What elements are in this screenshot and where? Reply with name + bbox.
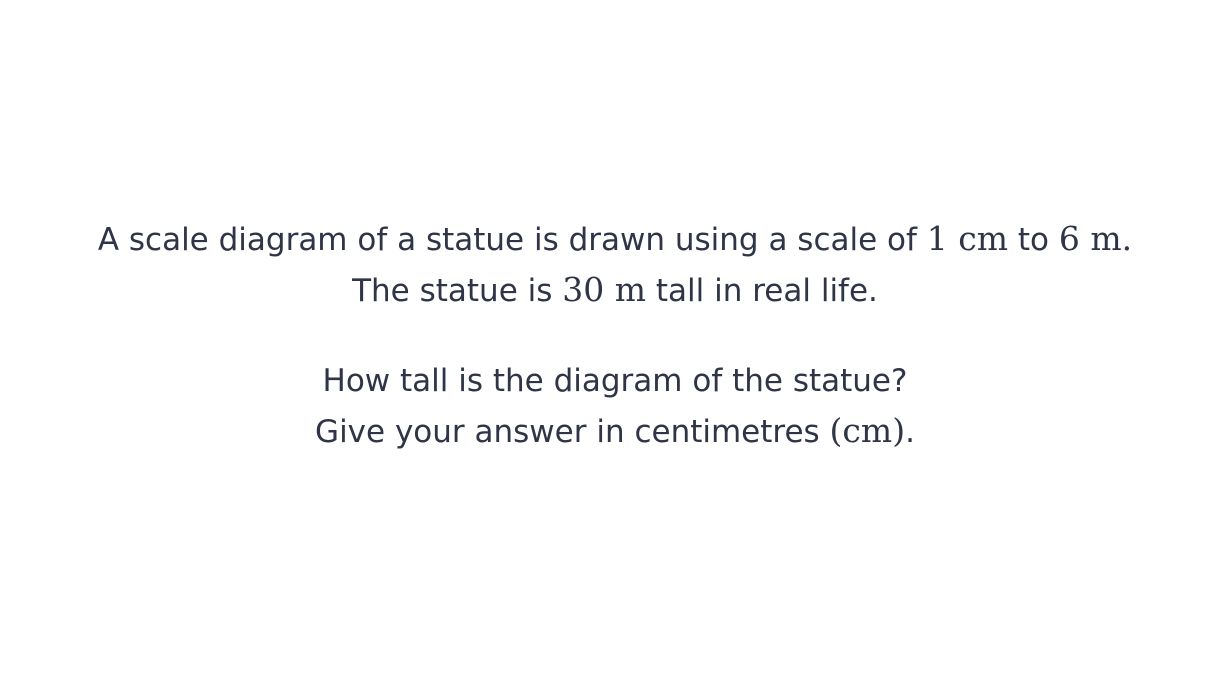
statement-line-1-connector: to: [1008, 222, 1059, 258]
math-unit-cm: (cm): [829, 411, 906, 450]
math-scale-diagram-length: 1 cm: [926, 219, 1009, 258]
statement-line-2-text: The statue is: [352, 273, 563, 309]
math-scale-real-length: 6 m.: [1058, 219, 1133, 258]
statement-line-2: The statue is 30 m tall in real life.: [0, 265, 1230, 316]
prompt-line-1: How tall is the diagram of the statue?: [322, 363, 908, 399]
statement-line-1: A scale diagram of a statue is drawn usi…: [0, 214, 1230, 265]
prompt-line-2-text: Give your answer in centimetres: [315, 414, 830, 450]
statement-line-2-end: tall in real life.: [646, 273, 878, 309]
statement-line-1-text: A scale diagram of a statue is drawn usi…: [97, 222, 927, 258]
prompt-line-2-end: .: [905, 414, 915, 450]
question-text: A scale diagram of a statue is drawn usi…: [0, 214, 1230, 457]
math-real-height: 30 m: [562, 270, 647, 309]
prompt-line-2: Give your answer in centimetres (cm).: [0, 406, 1230, 457]
